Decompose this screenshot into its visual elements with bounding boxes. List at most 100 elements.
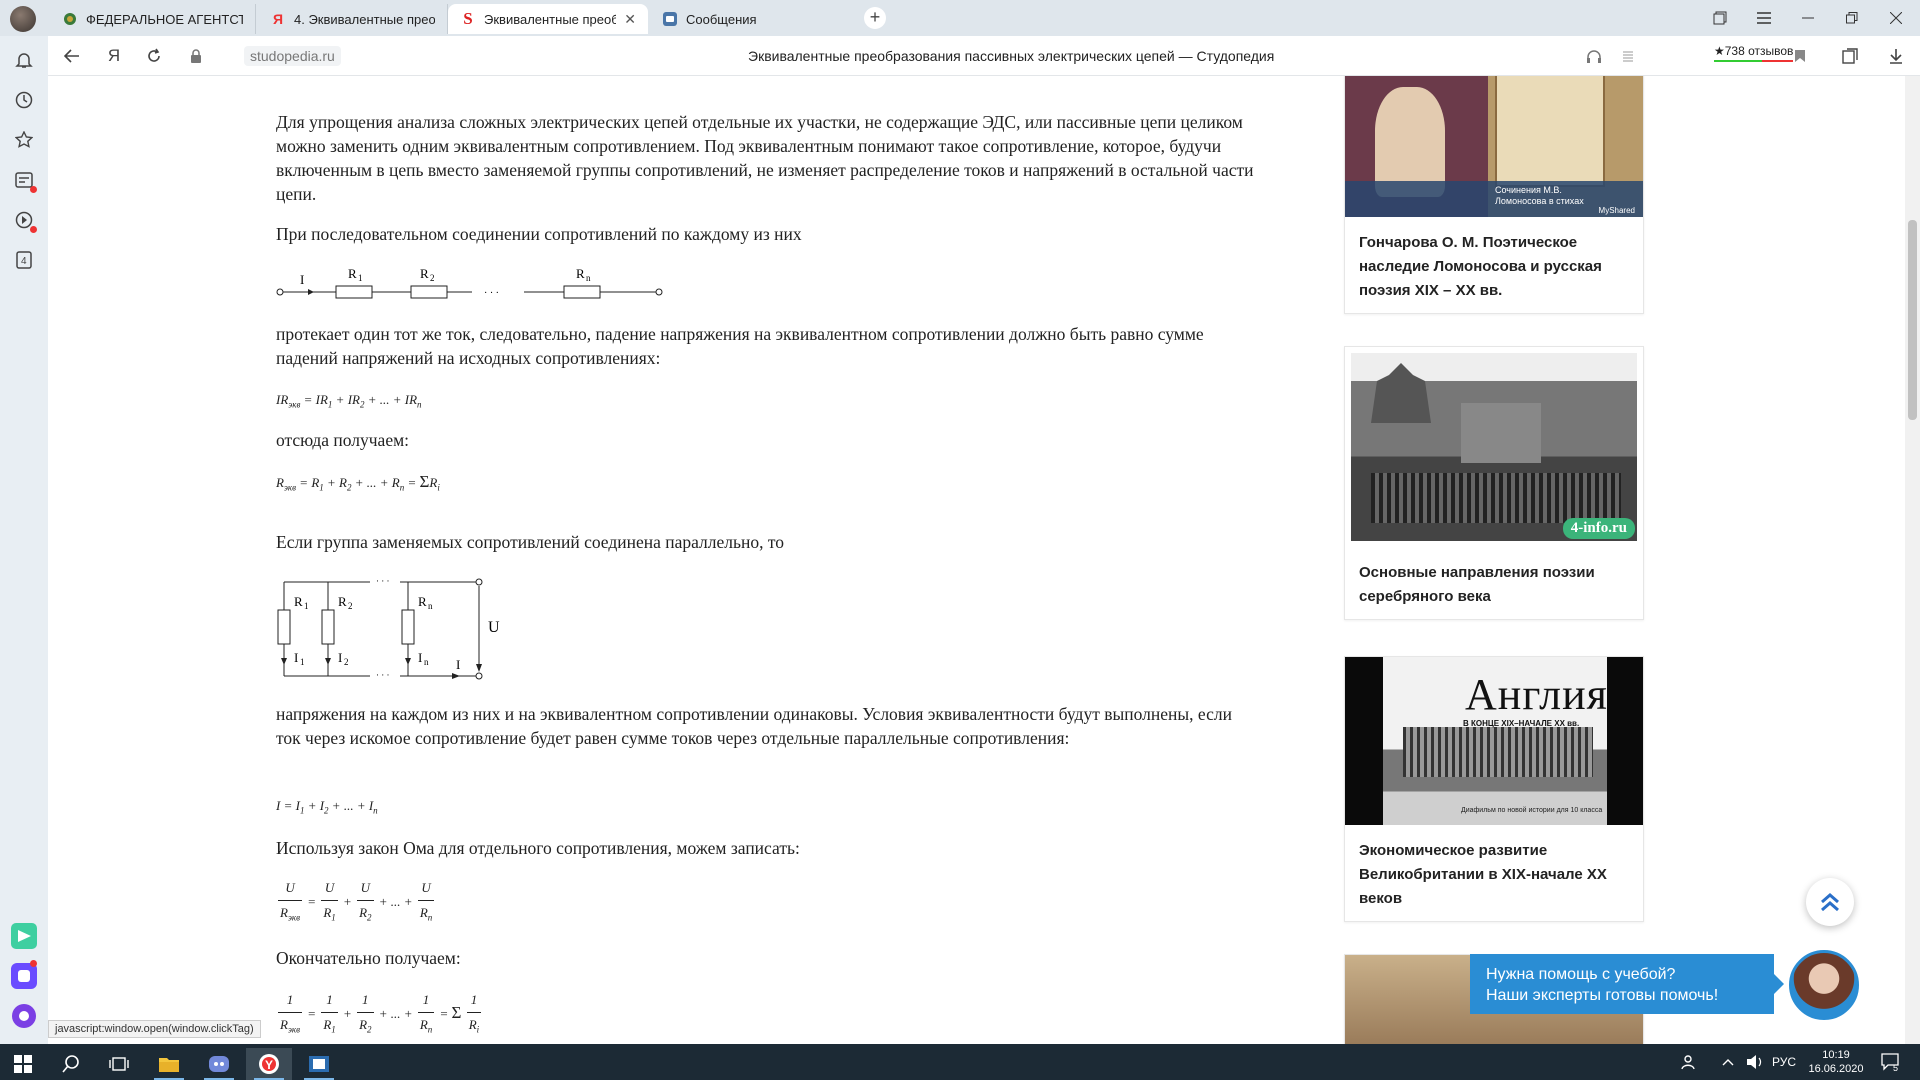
notification-dot bbox=[30, 226, 37, 233]
yandex-browser-taskbar-icon[interactable]: Y bbox=[246, 1048, 292, 1080]
link-status-bar: javascript:window.open(window.clickTag) bbox=[48, 1020, 261, 1038]
parallel-in-sub: n bbox=[424, 657, 429, 667]
messenger-icon[interactable]: 4 bbox=[12, 248, 36, 272]
formula-series-resistance: Rэкв = R1 + R2 + ... + Rn = ΣRi bbox=[276, 472, 440, 493]
parallel-i1-label: I bbox=[294, 650, 298, 665]
menu-icon[interactable] bbox=[1742, 0, 1786, 36]
card-image: 4-info.ru bbox=[1345, 347, 1643, 547]
formula-current-sum: I = I1 + I2 + ... + In bbox=[276, 798, 378, 816]
collections-icon[interactable] bbox=[1838, 44, 1862, 68]
series-current-label: I bbox=[300, 272, 304, 287]
card-title: Экономическое развитие Великобритании в … bbox=[1359, 842, 1607, 907]
series-r1-sub: 1 bbox=[358, 273, 363, 283]
parallel-in-label: I bbox=[418, 650, 422, 665]
reload-button[interactable] bbox=[142, 44, 166, 68]
page-scrollbar[interactable] bbox=[1905, 76, 1920, 1044]
scrollbar-thumb[interactable] bbox=[1908, 220, 1917, 420]
bookmark-icon[interactable] bbox=[1788, 44, 1812, 68]
studopedia-icon: S bbox=[463, 9, 473, 28]
lock-icon[interactable] bbox=[184, 44, 208, 68]
series-circuit-diagram: I R 1 R 2 · · · R n bbox=[276, 266, 663, 299]
yandex-icon: Я bbox=[272, 11, 284, 27]
language-indicator[interactable]: РУС bbox=[1772, 1044, 1796, 1080]
parallel-r1-label: R bbox=[294, 594, 303, 609]
file-explorer-icon[interactable] bbox=[146, 1048, 192, 1080]
parallel-total-current: I bbox=[456, 657, 460, 672]
scroll-to-top-button[interactable] bbox=[1806, 878, 1854, 926]
tab-messages[interactable]: Сообщения bbox=[650, 4, 856, 34]
close-tab-icon[interactable]: ✕ bbox=[616, 11, 636, 28]
downloads-icon[interactable] bbox=[1884, 44, 1908, 68]
parallel-r2-sub: 2 bbox=[348, 601, 353, 611]
series-r2-sub: 2 bbox=[430, 273, 435, 283]
tab-equivalent-yandex[interactable]: Я 4. Эквивалентные преоб bbox=[258, 4, 448, 34]
tray-person-icon[interactable] bbox=[1680, 1044, 1696, 1080]
tab-equivalent-studopedia[interactable]: S Эквивалентные преоб ✕ bbox=[448, 4, 648, 34]
browser-sidebar: 4 bbox=[0, 36, 48, 1044]
headphones-icon[interactable] bbox=[1582, 44, 1606, 68]
related-card-lomonosov[interactable]: Сочинения М.В. Ломоносова в стихах MySha… bbox=[1344, 76, 1644, 314]
help-line-1: Нужна помощь с учебой? bbox=[1486, 966, 1676, 983]
close-window-button[interactable] bbox=[1874, 0, 1918, 36]
search-icon[interactable] bbox=[48, 1048, 94, 1080]
minimize-button[interactable] bbox=[1786, 0, 1830, 36]
start-button[interactable] bbox=[0, 1048, 46, 1080]
parallel-top-dots: · · · bbox=[376, 576, 390, 586]
parallel-i2-label: I bbox=[338, 650, 342, 665]
music-app-icon[interactable] bbox=[10, 922, 38, 950]
page-content: Для упрощения анализа сложных электричес… bbox=[48, 76, 1905, 1044]
formula-parallel-resistance: 1 Rэкв = 1 R1 + 1 R2 + ... + 1 Rn = Σ 1 Ri bbox=[276, 988, 483, 1042]
help-chat-bubble[interactable]: Нужна помощь с учебой? Наши эксперты гот… bbox=[1470, 954, 1784, 1014]
parallel-rn-sub: n bbox=[428, 601, 433, 611]
history-icon[interactable] bbox=[12, 88, 36, 112]
formula-ohms-law: U Rэкв = U R1 + U R2 + ... + U Rn bbox=[276, 876, 436, 930]
notification-center-icon[interactable]: 5 bbox=[1880, 1044, 1902, 1080]
help-expert-avatar[interactable] bbox=[1789, 950, 1859, 1020]
tab-bar: ФЕДЕРАЛЬНОЕ АГЕНТСТВ Я 4. Эквивалентные … bbox=[0, 0, 1920, 36]
tab-label: 4. Эквивалентные преоб bbox=[294, 11, 435, 27]
card-image-heading: Англия bbox=[1465, 670, 1608, 719]
clock[interactable]: 10:19 16.06.2020 bbox=[1806, 1048, 1866, 1076]
card-image: Англия В КОНЦЕ XIX–НАЧАЛЕ XX вв. Диафиль… bbox=[1345, 657, 1643, 825]
series-r2-label: R bbox=[420, 266, 429, 281]
page-title[interactable]: Эквивалентные преобразования пассивных э… bbox=[748, 48, 1274, 64]
profile-avatar[interactable] bbox=[10, 6, 36, 32]
related-card-britain[interactable]: Англия В КОНЦЕ XIX–НАЧАЛЕ XX вв. Диафиль… bbox=[1344, 656, 1644, 922]
reader-mode-icon[interactable] bbox=[1616, 44, 1640, 68]
related-card-silver-age[interactable]: 4-info.ru Основные направления поэзии се… bbox=[1344, 346, 1644, 620]
tab-label: ФЕДЕРАЛЬНОЕ АГЕНТСТВ bbox=[86, 11, 243, 27]
tray-chevron-up-icon[interactable] bbox=[1722, 1044, 1734, 1080]
url-domain[interactable]: studopedia.ru bbox=[244, 46, 341, 66]
tab-manager-icon[interactable] bbox=[1698, 0, 1742, 36]
restore-button[interactable] bbox=[1830, 0, 1874, 36]
paragraph-parallel: Если группа заменяемых сопротивлений сое… bbox=[276, 532, 785, 552]
tab-federal-agency[interactable]: ФЕДЕРАЛЬНОЕ АГЕНТСТВ bbox=[50, 4, 256, 34]
paragraph-ohms-law: Используя закон Ома для отдельного сопро… bbox=[276, 838, 800, 858]
notifications-icon[interactable] bbox=[12, 48, 36, 72]
favorites-icon[interactable] bbox=[12, 128, 36, 152]
discord-icon[interactable] bbox=[196, 1048, 242, 1080]
paragraph-same-current: протекает один тот же ток, следовательно… bbox=[276, 324, 1204, 368]
clock-date: 16.06.2020 bbox=[1808, 1063, 1864, 1075]
series-rn-sub: n bbox=[586, 273, 591, 283]
paragraph-equal-voltage: напряжения на каждом из них и на эквивал… bbox=[276, 704, 1232, 748]
card-title: Гончарова О. М. Поэтическое наследие Лом… bbox=[1359, 234, 1602, 299]
series-dots: · · · bbox=[484, 288, 499, 299]
volume-icon[interactable] bbox=[1746, 1044, 1764, 1080]
parallel-bottom-dots: · · · bbox=[376, 670, 390, 680]
clock-time: 10:19 bbox=[1822, 1049, 1850, 1061]
reviews-badge[interactable]: ★738 отзывов bbox=[1714, 44, 1794, 62]
new-tab-button[interactable]: + bbox=[864, 7, 886, 29]
parallel-r2-label: R bbox=[338, 594, 347, 609]
paragraph-hence: отсюда получаем: bbox=[276, 430, 410, 450]
parallel-circuit-diagram: · · · · · · I U R 1 I 1 R 2 I 2 R n I n bbox=[277, 576, 500, 680]
task-view-icon[interactable] bbox=[96, 1048, 142, 1080]
paragraph-series: При последовательном соединении сопротив… bbox=[276, 224, 802, 244]
parallel-i1-sub: 1 bbox=[300, 657, 305, 667]
parallel-voltage-label: U bbox=[488, 619, 500, 636]
yandex-home-button[interactable]: Я bbox=[102, 44, 126, 68]
address-bar: Я studopedia.ru Эквивалентные преобразов… bbox=[48, 36, 1920, 76]
presentation-app-icon[interactable] bbox=[296, 1048, 342, 1080]
back-button[interactable] bbox=[60, 44, 84, 68]
alice-assistant-icon[interactable] bbox=[10, 1002, 38, 1030]
